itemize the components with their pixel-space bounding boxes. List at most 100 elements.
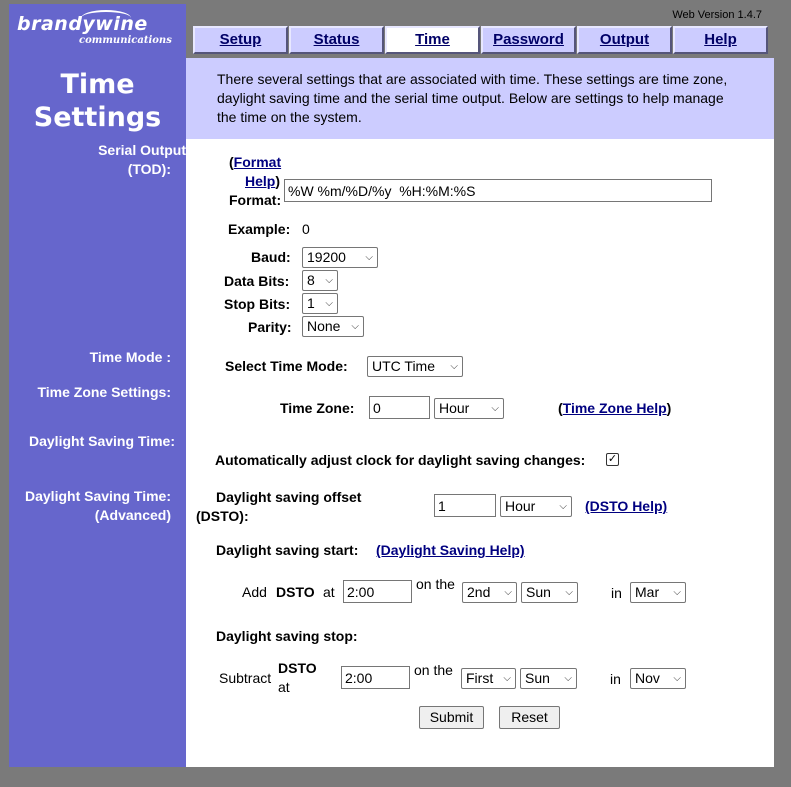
- label-time-mode: Time Mode :: [89, 349, 171, 365]
- dst-stop-at: at: [278, 679, 290, 695]
- label-time-zone-settings: Time Zone Settings:: [37, 384, 171, 400]
- tab-setup[interactable]: Setup: [193, 26, 288, 54]
- label-daylight-saving-time: Daylight Saving Time:: [29, 433, 175, 449]
- time-mode-label: Select Time Mode:: [225, 358, 348, 374]
- tab-output[interactable]: Output: [577, 26, 672, 54]
- data-bits-select[interactable]: 8 ⌵: [302, 270, 338, 291]
- dst-stop-on-the: on the: [414, 662, 453, 678]
- dst-stop-time-input[interactable]: [341, 666, 410, 689]
- page-title-line1: Time: [60, 69, 135, 100]
- dst-start-week-select[interactable]: 2nd ⌵: [462, 582, 517, 603]
- dst-start-month-value: Mar: [635, 584, 660, 600]
- chevron-down-icon: ⌵: [325, 275, 333, 286]
- time-zone-help-link[interactable]: Time Zone Help: [563, 400, 667, 416]
- baud-select[interactable]: 19200 ⌵: [302, 247, 378, 268]
- chevron-down-icon: ⌵: [365, 252, 373, 263]
- chevron-down-icon: ⌵: [503, 673, 511, 684]
- page-title: Time Settings: [9, 58, 186, 139]
- parity-select[interactable]: None ⌵: [302, 316, 364, 337]
- page-frame: brandywine communications Web Version 1.…: [9, 4, 774, 767]
- chevron-down-icon: ⌵: [565, 587, 573, 598]
- dst-offset-label-l2: (DSTO):: [196, 508, 249, 524]
- chevron-down-icon: ⌵: [325, 298, 333, 309]
- dst-start-add: Add: [242, 584, 267, 600]
- time-zone-help: (Time Zone Help): [558, 400, 671, 416]
- time-zone-unit-select[interactable]: Hour ⌵: [434, 398, 504, 419]
- reset-button[interactable]: Reset: [499, 706, 560, 729]
- dst-offset-unit-value: Hour: [505, 498, 536, 514]
- tab-time[interactable]: Time: [385, 26, 480, 54]
- dst-stop-subtract: Subtract: [219, 670, 272, 686]
- tab-help[interactable]: Help: [673, 26, 768, 54]
- example-label: Example:: [228, 221, 291, 237]
- dst-stop-label: Daylight saving stop:: [216, 628, 358, 644]
- tab-password[interactable]: Password: [481, 26, 576, 54]
- data-bits-label: Data Bits:: [224, 273, 290, 289]
- submit-button[interactable]: Submit: [419, 706, 484, 729]
- parity-label: Parity:: [248, 319, 292, 335]
- chevron-down-icon: ⌵: [504, 587, 512, 598]
- page-title-line2: Settings: [33, 102, 162, 133]
- label-serial-output-l2: (TOD):: [127, 161, 171, 177]
- dst-start-month-select[interactable]: Mar ⌵: [630, 582, 686, 603]
- dst-start-dsto: DSTO: [276, 584, 315, 600]
- format-label: Format:: [229, 192, 282, 208]
- dst-start-time-input[interactable]: [343, 580, 412, 603]
- time-zone-input[interactable]: [369, 396, 430, 419]
- time-zone-label: Time Zone:: [280, 400, 355, 416]
- dst-start-at: at: [323, 584, 335, 600]
- chevron-down-icon: ⌵: [450, 361, 458, 372]
- tz-help-paren-close: ): [666, 400, 672, 416]
- dst-offset-input[interactable]: [434, 494, 496, 517]
- dst-auto-checkbox[interactable]: ✓: [606, 453, 619, 466]
- time-mode-value: UTC Time: [372, 358, 435, 374]
- nav-bar: Web Version 1.4.7 Setup Status Time Pass…: [186, 4, 774, 58]
- daylight-saving-help-link[interactable]: (Daylight Saving Help): [376, 542, 525, 558]
- dst-stop-in: in: [610, 671, 621, 687]
- dst-stop-month-value: Nov: [635, 670, 660, 686]
- format-input[interactable]: [284, 179, 712, 202]
- dst-start-day-select[interactable]: Sun ⌵: [521, 582, 578, 603]
- format-help-link-2[interactable]: Help: [245, 173, 275, 189]
- main-content: (Format Help) Format: Example: 0 Baud: 1…: [186, 139, 774, 767]
- dst-start-day-value: Sun: [526, 584, 551, 600]
- brand-logo: brandywine communications: [9, 4, 186, 58]
- dst-stop-day-value: Sun: [525, 670, 550, 686]
- dsto-help-link[interactable]: (DSTO Help): [585, 498, 667, 514]
- web-version: Web Version 1.4.7: [672, 9, 762, 21]
- dst-stop-week-value: First: [466, 670, 494, 686]
- dst-offset-label-l1: Daylight saving offset: [216, 489, 362, 505]
- chevron-down-icon: ⌵: [491, 403, 499, 414]
- dst-stop-dsto: DSTO: [278, 660, 317, 676]
- intro-text: There several settings that are associat…: [186, 58, 774, 139]
- logo-sub-text: communications: [79, 35, 172, 46]
- chevron-down-icon: ⌵: [351, 321, 359, 332]
- stop-bits-label: Stop Bits:: [224, 296, 291, 312]
- dst-stop-day-select[interactable]: Sun ⌵: [520, 668, 577, 689]
- dst-start-week-value: 2nd: [467, 584, 491, 600]
- dst-stop-week-select[interactable]: First ⌵: [461, 668, 516, 689]
- baud-label: Baud:: [251, 249, 291, 265]
- format-help-l2: Help): [245, 173, 280, 189]
- label-dst-advanced-l1: Daylight Saving Time:: [25, 488, 171, 504]
- chevron-down-icon: ⌵: [564, 673, 572, 684]
- format-help-link-1[interactable]: Format: [234, 154, 281, 170]
- baud-value: 19200: [307, 249, 346, 265]
- parity-value: None: [307, 318, 341, 334]
- dst-auto-label: Automatically adjust clock for daylight …: [215, 452, 586, 468]
- dst-start-in: in: [611, 585, 622, 601]
- chevron-down-icon: ⌵: [673, 587, 681, 598]
- stop-bits-value: 1: [307, 295, 315, 311]
- data-bits-value: 8: [307, 272, 315, 288]
- dst-offset-unit-select[interactable]: Hour ⌵: [500, 496, 572, 517]
- format-help: (Format: [229, 154, 281, 170]
- chevron-down-icon: ⌵: [673, 673, 681, 684]
- dst-stop-month-select[interactable]: Nov ⌵: [630, 668, 686, 689]
- tab-status[interactable]: Status: [289, 26, 384, 54]
- example-value: 0: [302, 221, 310, 237]
- time-zone-unit-value: Hour: [439, 400, 470, 416]
- time-mode-select[interactable]: UTC Time ⌵: [367, 356, 463, 377]
- section-label-column: Serial Output (TOD): Time Mode : Time Zo…: [9, 139, 186, 767]
- stop-bits-select[interactable]: 1 ⌵: [302, 293, 338, 314]
- chevron-down-icon: ⌵: [559, 501, 567, 512]
